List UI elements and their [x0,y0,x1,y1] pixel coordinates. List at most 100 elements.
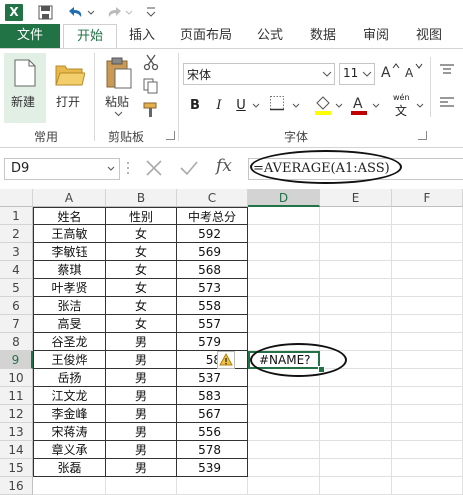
cell-c1[interactable]: 中考总分 [177,207,248,225]
cell-d15[interactable] [248,459,320,477]
cell-e16[interactable] [320,477,392,495]
align-top-button[interactable] [436,63,458,85]
cell-c2[interactable]: 592 [177,225,248,243]
cell-a14[interactable]: 章义承 [33,441,106,459]
enter-formula-icon[interactable] [178,158,200,178]
format-painter-button[interactable] [140,101,162,123]
tab-home[interactable]: 开始 [63,24,117,50]
cell-f11[interactable] [392,387,463,405]
cell-b8[interactable]: 男 [106,333,177,351]
tab-insert[interactable]: 插入 [124,24,160,48]
cell-f10[interactable] [392,369,463,387]
column-header-b[interactable]: B [106,189,177,207]
cell-c7[interactable]: 557 [177,315,248,333]
cell-a6[interactable]: 张洁 [33,297,106,315]
cell-d14[interactable] [248,441,320,459]
cell-a1[interactable]: 姓名 [33,207,106,225]
cell-d1[interactable] [248,207,320,225]
cell-f6[interactable] [392,297,463,315]
copy-button[interactable] [140,77,162,99]
cell-c5[interactable]: 573 [177,279,248,297]
cell-d5[interactable] [248,279,320,297]
row-header[interactable]: 3 [0,243,33,261]
cell-f16[interactable] [392,477,463,495]
drag-handle-icon[interactable] [126,160,130,176]
chevron-down-icon[interactable] [335,103,343,109]
cell-b7[interactable]: 女 [106,315,177,333]
underline-button[interactable]: U [230,95,252,117]
undo-icon[interactable] [66,4,94,20]
row-header[interactable]: 6 [0,297,33,315]
cell-b16[interactable] [106,477,177,495]
open-button[interactable]: 打开 [50,53,90,123]
cell-d12[interactable] [248,405,320,423]
cell-a11[interactable]: 江文龙 [33,387,106,405]
cell-a12[interactable]: 李金峰 [33,405,106,423]
cell-d6[interactable] [248,297,320,315]
shrink-font-button[interactable]: A [403,62,425,84]
name-box[interactable]: D9 [4,158,120,180]
align-left-button[interactable] [436,95,458,117]
cell-f8[interactable] [392,333,463,351]
cell-a9[interactable]: 王俊烨 [33,351,106,369]
cell-f9[interactable] [392,351,463,369]
cell-f13[interactable] [392,423,463,441]
tab-review[interactable]: 审阅 [358,24,394,48]
cell-c3[interactable]: 569 [177,243,248,261]
customize-quick-access-icon[interactable] [146,6,156,18]
cell-e14[interactable] [320,441,392,459]
cell-b6[interactable]: 女 [106,297,177,315]
tab-file[interactable]: 文件 [0,24,60,48]
cell-a7[interactable]: 高旻 [33,315,106,333]
cell-c13[interactable]: 556 [177,423,248,441]
cell-b1[interactable]: 性别 [106,207,177,225]
cell-a3[interactable]: 李敏钰 [33,243,106,261]
tab-page-layout[interactable]: 页面布局 [176,24,236,48]
cell-d2[interactable] [248,225,320,243]
cell-a10[interactable]: 岳扬 [33,369,106,387]
cell-b2[interactable]: 女 [106,225,177,243]
cell-c16[interactable] [177,477,248,495]
clipboard-launcher-icon[interactable] [166,131,175,140]
cell-a5[interactable]: 叶孝贤 [33,279,106,297]
tab-formulas[interactable]: 公式 [252,24,288,48]
cell-f12[interactable] [392,405,463,423]
row-header[interactable]: 13 [0,423,33,441]
paste-button[interactable]: 粘贴 [100,53,138,123]
cell-f4[interactable] [392,261,463,279]
warning-icon[interactable] [217,351,235,369]
row-header[interactable]: 15 [0,459,33,477]
row-header[interactable]: 2 [0,225,33,243]
cell-c8[interactable]: 579 [177,333,248,351]
cell-e5[interactable] [320,279,392,297]
cell-a4[interactable]: 蔡琪 [33,261,106,279]
cell-e12[interactable] [320,405,392,423]
bold-button[interactable]: B [184,95,206,117]
cell-b14[interactable]: 男 [106,441,177,459]
cell-e4[interactable] [320,261,392,279]
cell-e11[interactable] [320,387,392,405]
font-color-button[interactable]: A [348,93,370,115]
chevron-down-icon[interactable] [292,103,300,109]
cell-e1[interactable] [320,207,392,225]
cell-c15[interactable]: 539 [177,459,248,477]
cut-button[interactable] [140,53,162,75]
cell-b13[interactable]: 男 [106,423,177,441]
cell-b10[interactable]: 男 [106,369,177,387]
column-header-f[interactable]: F [392,189,463,207]
row-header[interactable]: 4 [0,261,33,279]
cancel-formula-icon[interactable] [143,158,165,178]
cell-d16[interactable] [248,477,320,495]
borders-button[interactable] [266,95,288,117]
chevron-down-icon[interactable] [416,103,424,109]
font-launcher-icon[interactable] [418,131,427,140]
cell-c6[interactable]: 558 [177,297,248,315]
row-header[interactable]: 8 [0,333,33,351]
cell-c10[interactable]: 537 [177,369,248,387]
fill-color-button[interactable] [312,93,334,115]
cell-e15[interactable] [320,459,392,477]
select-all-corner[interactable] [0,189,33,207]
cell-c11[interactable]: 583 [177,387,248,405]
row-header[interactable]: 11 [0,387,33,405]
cell-e3[interactable] [320,243,392,261]
